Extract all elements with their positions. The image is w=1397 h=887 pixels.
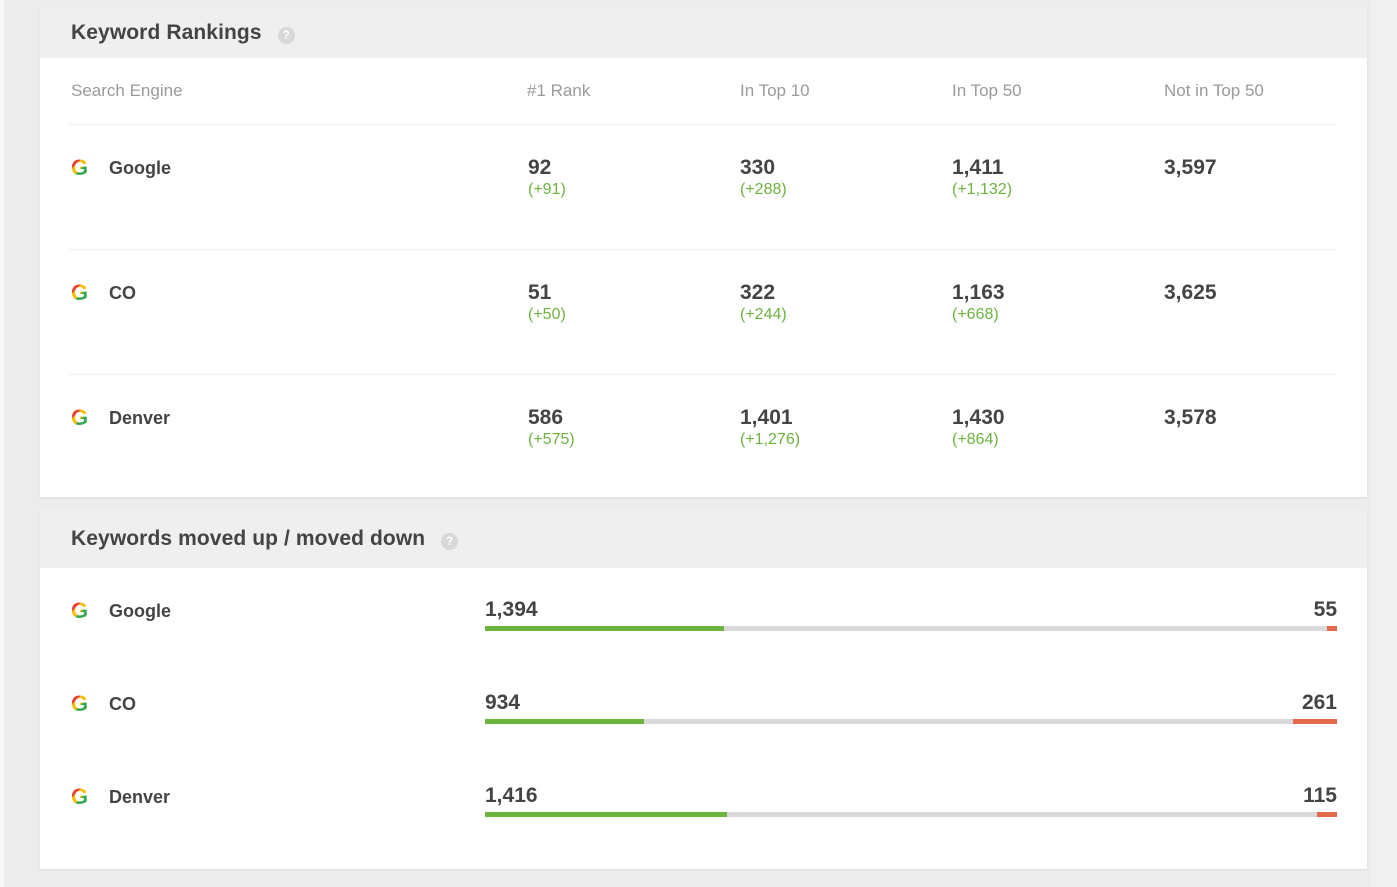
keyword-rankings-title: Keyword Rankings xyxy=(71,21,262,44)
engine-cell: G Google xyxy=(71,598,171,624)
moved-down-fill xyxy=(1326,626,1337,631)
keywords-moved-header: Keywords moved up / moved down ? xyxy=(40,510,1367,568)
not-top-50-value: 3,625 xyxy=(1164,281,1217,304)
rank-1-value: 51 xyxy=(528,281,552,304)
top-50-cell: 1,430 (+864) xyxy=(952,406,1005,449)
help-icon[interactable]: ? xyxy=(441,532,459,550)
google-g-icon: G xyxy=(71,784,93,810)
engine-name: Denver xyxy=(109,786,171,807)
engine-name: CO xyxy=(109,693,136,714)
google-g-icon: G xyxy=(71,155,93,181)
top-10-delta: (+288) xyxy=(740,181,787,198)
top-50-cell: 1,411 (+1,132) xyxy=(952,156,1012,199)
column-header-top-10[interactable]: In Top 10 xyxy=(740,81,810,101)
rank-1-cell: 92 (+91) xyxy=(528,156,566,199)
engine-name: Google xyxy=(109,157,171,178)
rank-1-delta: (+50) xyxy=(528,306,566,323)
not-top-50-cell: 3,597 xyxy=(1164,156,1217,180)
google-g-icon: G xyxy=(71,691,93,717)
moved-down-fill xyxy=(1292,719,1337,724)
top-10-cell: 330 (+288) xyxy=(740,156,787,199)
rankings-table: Search Engine #1 Rank In Top 10 In Top 5… xyxy=(68,58,1337,500)
bar-labels: 934 261 xyxy=(485,691,1337,717)
bar-track xyxy=(485,626,1337,631)
top-10-delta: (+1,276) xyxy=(740,431,801,448)
outer-right-edge xyxy=(1370,0,1397,887)
bar-track xyxy=(485,719,1337,724)
moves-bar[interactable]: 934 261 xyxy=(485,691,1337,724)
top-10-value: 322 xyxy=(740,281,776,304)
column-header-top-50[interactable]: In Top 50 xyxy=(952,81,1022,101)
top-10-cell: 1,401 (+1,276) xyxy=(740,406,800,449)
engine-cell: G Denver xyxy=(71,405,170,431)
not-top-50-cell: 3,625 xyxy=(1164,281,1217,305)
top-50-value: 1,411 xyxy=(952,156,1004,179)
moved-up-fill xyxy=(485,812,727,817)
bar-labels: 1,416 115 xyxy=(485,784,1337,810)
keyword-rankings-header: Keyword Rankings ? xyxy=(40,8,1367,58)
top-10-cell: 322 (+244) xyxy=(740,281,787,324)
engine-cell: G Google xyxy=(71,155,171,181)
rank-1-cell: 51 (+50) xyxy=(528,281,566,324)
top-50-delta: (+668) xyxy=(952,306,999,323)
rank-1-cell: 586 (+575) xyxy=(528,406,575,449)
keyword-rankings-panel: Keyword Rankings ? Search Engine #1 Rank… xyxy=(40,8,1367,497)
engine-cell: G CO xyxy=(71,280,136,306)
table-row: G CO 51 (+50) 322 (+244) 1,163 (+668) 3,… xyxy=(68,250,1337,375)
not-top-50-value: 3,597 xyxy=(1164,156,1217,179)
engine-cell: G CO xyxy=(71,691,136,717)
column-header-not-top-50[interactable]: Not in Top 50 xyxy=(1164,81,1264,101)
outer-left-edge xyxy=(0,0,4,887)
list-item: G CO 934 261 xyxy=(68,661,1337,754)
moved-down-count: 115 xyxy=(1303,784,1337,807)
column-header-rank-1[interactable]: #1 Rank xyxy=(527,81,590,101)
google-g-icon: G xyxy=(71,280,93,306)
moves-bar[interactable]: 1,394 55 xyxy=(485,598,1337,631)
rankings-table-header: Search Engine #1 Rank In Top 10 In Top 5… xyxy=(68,58,1337,125)
google-g-icon: G xyxy=(71,598,93,624)
moved-up-fill xyxy=(485,719,645,724)
table-row: G Google 92 (+91) 330 (+288) 1,411 (+1,1… xyxy=(68,125,1337,250)
moved-down-fill xyxy=(1317,812,1337,817)
help-icon[interactable]: ? xyxy=(277,26,295,44)
keywords-moved-title: Keywords moved up / moved down xyxy=(71,527,426,550)
top-10-value: 330 xyxy=(740,156,776,179)
bar-labels: 1,394 55 xyxy=(485,598,1337,624)
top-50-value: 1,430 xyxy=(952,406,1005,429)
top-10-value: 1,401 xyxy=(740,406,793,429)
moved-up-fill xyxy=(485,626,724,631)
engine-name: CO xyxy=(109,282,136,303)
moved-up-count: 1,394 xyxy=(485,598,538,621)
list-item: G Google 1,394 55 xyxy=(68,568,1337,661)
rank-1-value: 92 xyxy=(528,156,552,179)
rank-1-delta: (+575) xyxy=(528,431,575,448)
moved-down-count: 261 xyxy=(1301,691,1337,714)
list-item: G Denver 1,416 115 xyxy=(68,754,1337,847)
keywords-moved-panel: Keywords moved up / moved down ? G Googl… xyxy=(40,510,1367,869)
top-10-delta: (+244) xyxy=(740,306,787,323)
rank-1-value: 586 xyxy=(528,406,564,429)
moved-up-count: 1,416 xyxy=(485,784,538,807)
top-50-cell: 1,163 (+668) xyxy=(952,281,1005,324)
moved-down-count: 55 xyxy=(1313,598,1337,621)
engine-name: Denver xyxy=(109,407,171,428)
google-g-icon: G xyxy=(71,405,93,431)
table-row: G Denver 586 (+575) 1,401 (+1,276) 1,430… xyxy=(68,375,1337,500)
top-50-delta: (+1,132) xyxy=(952,181,1013,198)
moves-list: G Google 1,394 55 G CO 934 261 G Denver … xyxy=(68,568,1337,847)
not-top-50-cell: 3,578 xyxy=(1164,406,1217,430)
engine-cell: G Denver xyxy=(71,784,170,810)
bar-track xyxy=(485,812,1337,817)
column-header-search-engine[interactable]: Search Engine xyxy=(71,81,183,101)
rank-1-delta: (+91) xyxy=(528,181,566,198)
engine-name: Google xyxy=(109,600,171,621)
not-top-50-value: 3,578 xyxy=(1164,406,1217,429)
moves-bar[interactable]: 1,416 115 xyxy=(485,784,1337,817)
top-50-value: 1,163 xyxy=(952,281,1005,304)
moved-up-count: 934 xyxy=(485,691,521,714)
top-50-delta: (+864) xyxy=(952,431,999,448)
